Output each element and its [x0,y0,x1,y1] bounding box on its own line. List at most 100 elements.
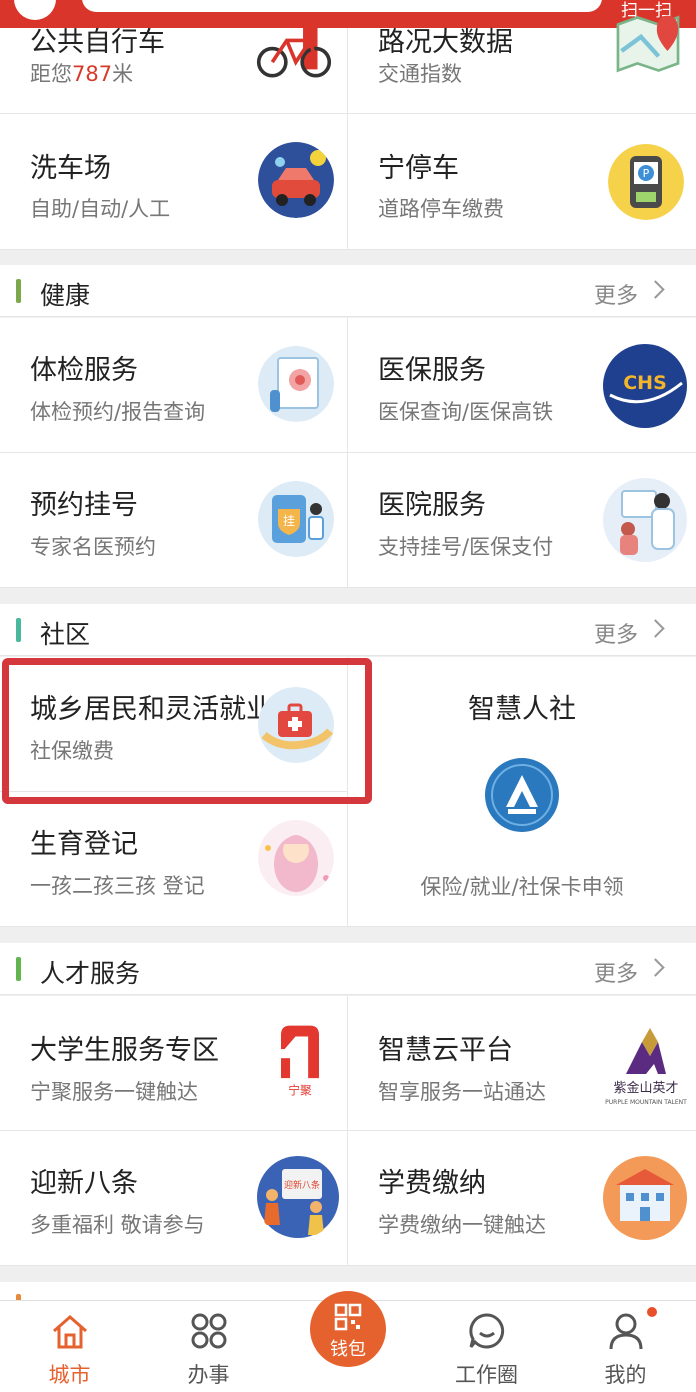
service-public-bicycle[interactable]: 公共自行车 距您787米 [0,22,348,114]
registration-icon: 挂 [258,481,334,557]
svg-text:宁聚: 宁聚 [288,1083,312,1097]
service-title: 路况大数据 [378,27,513,58]
service-welcome-eight-measures[interactable]: 迎新八条 多重福利 敬请参与 迎新八条 [0,1131,348,1266]
service-title: 智慧云平台 [378,1035,513,1066]
service-subtitle: 多重福利 敬请参与 [30,1213,205,1237]
talent-grid: 大学生服务专区 宁聚服务一键触达 宁聚 智慧云平台 智享服务一站通达 紫金山英才… [0,996,696,1266]
service-subtitle: 智享服务一站通达 [378,1080,546,1104]
svg-text:P: P [643,167,650,180]
section-accent-bar [16,957,21,981]
service-title: 学费缴纳 [378,1168,486,1199]
service-title: 大学生服务专区 [30,1035,219,1066]
service-title: 智慧人社 [468,694,576,725]
service-subtitle: 交通指数 [378,62,462,86]
chat-icon [469,1313,505,1349]
more-link[interactable]: 更多 [594,617,638,649]
service-title: 医院服务 [378,490,486,521]
grid-icon [191,1313,227,1349]
ningju-logo-icon: 宁聚 [281,1025,319,1097]
purple-mountain-logo-icon: 紫金山英才 PURPLE MOUNTAIN TALENT [605,1028,687,1106]
tab-wallet[interactable]: 钱包 [278,1291,417,1392]
parking-icon: P [608,144,684,220]
chs-logo-icon: CHS [603,344,687,428]
service-tuition-payment[interactable]: 学费缴纳 学费缴纳一键触达 [348,1131,696,1266]
tab-label: 工作圈 [455,1363,518,1387]
svg-text:挂: 挂 [283,514,295,528]
app-logo[interactable] [14,0,56,20]
car-wash-icon [258,142,334,218]
tab-services[interactable]: 办事 [139,1301,278,1392]
service-subtitle: 专家名医预约 [30,535,156,559]
service-title: 洗车场 [30,153,111,184]
service-medical-checkup[interactable]: 体检服务 体检预约/报告查询 [0,318,348,453]
transport-grid: 公共自行车 距您787米 路况大数据 交通指数 洗车场 自助/自动/人工 宁停车… [0,15,696,250]
tab-label: 办事 [187,1363,230,1387]
bottom-tab-bar: 城市 办事 钱包 工作圈 我的 [0,1291,696,1392]
service-title: 生育登记 [30,829,138,860]
service-title: 医保服务 [378,355,486,386]
chevron-right-icon[interactable] [646,958,665,977]
section-accent-bar [16,618,21,642]
svg-text:CHS: CHS [623,372,667,394]
service-hospital[interactable]: 医院服务 支持挂号/医保支付 [348,453,696,588]
svg-text:PURPLE MOUNTAIN TALENT: PURPLE MOUNTAIN TALENT [605,1099,687,1106]
app-screen: 扫一扫 公共自行车 距您787米 路况大数据 交通指数 洗车场 自助/自动/人工… [0,0,696,1392]
section-header-health: 健康 更多 [0,265,696,317]
service-car-wash[interactable]: 洗车场 自助/自动/人工 [0,114,348,250]
bicycle-icon [256,22,332,78]
service-subtitle: 距您787米 [30,62,134,86]
tab-label: 我的 [604,1363,647,1387]
service-subtitle: 医保查询/医保高铁 [378,400,554,424]
more-link[interactable]: 更多 [594,278,638,310]
tab-label: 钱包 [330,1339,366,1360]
svg-text:紫金山英才: 紫金山英才 [613,1080,678,1096]
service-birth-registration[interactable]: 生育登记 一孩二孩三孩 登记 [0,792,348,927]
service-subtitle: 宁聚服务一键触达 [30,1080,198,1104]
service-title: 体检服务 [30,355,138,386]
service-title: 预约挂号 [30,490,138,521]
health-grid: 体检服务 体检预约/报告查询 医保服务 医保查询/医保高铁 CHS 预约挂号 专… [0,318,696,588]
section-header-community: 社区 更多 [0,604,696,656]
chevron-right-icon[interactable] [646,280,665,299]
service-title: 迎新八条 [30,1168,138,1199]
service-subtitle: 体检预约/报告查询 [30,400,206,424]
section-title: 社区 [40,620,91,649]
service-subtitle: 学费缴纳一键触达 [378,1213,546,1237]
section-title: 人才服务 [40,959,141,988]
doctor-icon [603,478,687,562]
service-subtitle: 自助/自动/人工 [30,197,171,221]
service-subtitle: 保险/就业/社保卡申领 [420,875,624,899]
more-link[interactable]: 更多 [594,956,638,988]
tab-mine[interactable]: 我的 [556,1301,695,1392]
service-college-student-zone[interactable]: 大学生服务专区 宁聚服务一键触达 宁聚 [0,996,348,1131]
service-smart-cloud-platform[interactable]: 智慧云平台 智享服务一站通达 紫金山英才 PURPLE MOUNTAIN TAL… [348,996,696,1131]
section-header-talent: 人才服务 更多 [0,943,696,995]
service-subtitle: 一孩二孩三孩 登记 [30,874,205,898]
service-ning-parking[interactable]: 宁停车 道路停车缴费 P [348,114,696,250]
tab-work-circle[interactable]: 工作圈 [417,1301,556,1392]
highlight-frame [2,658,372,804]
home-icon [53,1315,87,1349]
service-title: 公共自行车 [30,27,165,58]
service-subtitle: 道路停车缴费 [378,197,504,221]
service-smart-hr-social-security[interactable]: 智慧人社 保险/就业/社保卡申领 [348,657,696,927]
svg-text:迎新八条: 迎新八条 [284,1179,320,1191]
section-title: 健康 [40,281,91,310]
school-icon [603,1156,687,1240]
service-medical-insurance[interactable]: 医保服务 医保查询/医保高铁 CHS [348,318,696,453]
baby-icon [258,820,334,896]
section-accent-bar [16,279,21,303]
user-icon [609,1313,643,1350]
tab-label: 城市 [48,1363,91,1387]
wallet-button[interactable]: 钱包 [310,1291,386,1367]
service-subtitle: 支持挂号/医保支付 [378,535,554,559]
chevron-right-icon[interactable] [646,619,665,638]
notification-dot [647,1307,657,1317]
welcome-icon: 迎新八条 [257,1156,339,1238]
service-appointment-registration[interactable]: 预约挂号 专家名医预约 挂 [0,453,348,588]
service-traffic-data[interactable]: 路况大数据 交通指数 [348,15,696,114]
search-input[interactable] [82,0,602,12]
tab-city[interactable]: 城市 [0,1301,139,1392]
map-icon [616,15,680,73]
medical-check-icon [258,346,334,422]
